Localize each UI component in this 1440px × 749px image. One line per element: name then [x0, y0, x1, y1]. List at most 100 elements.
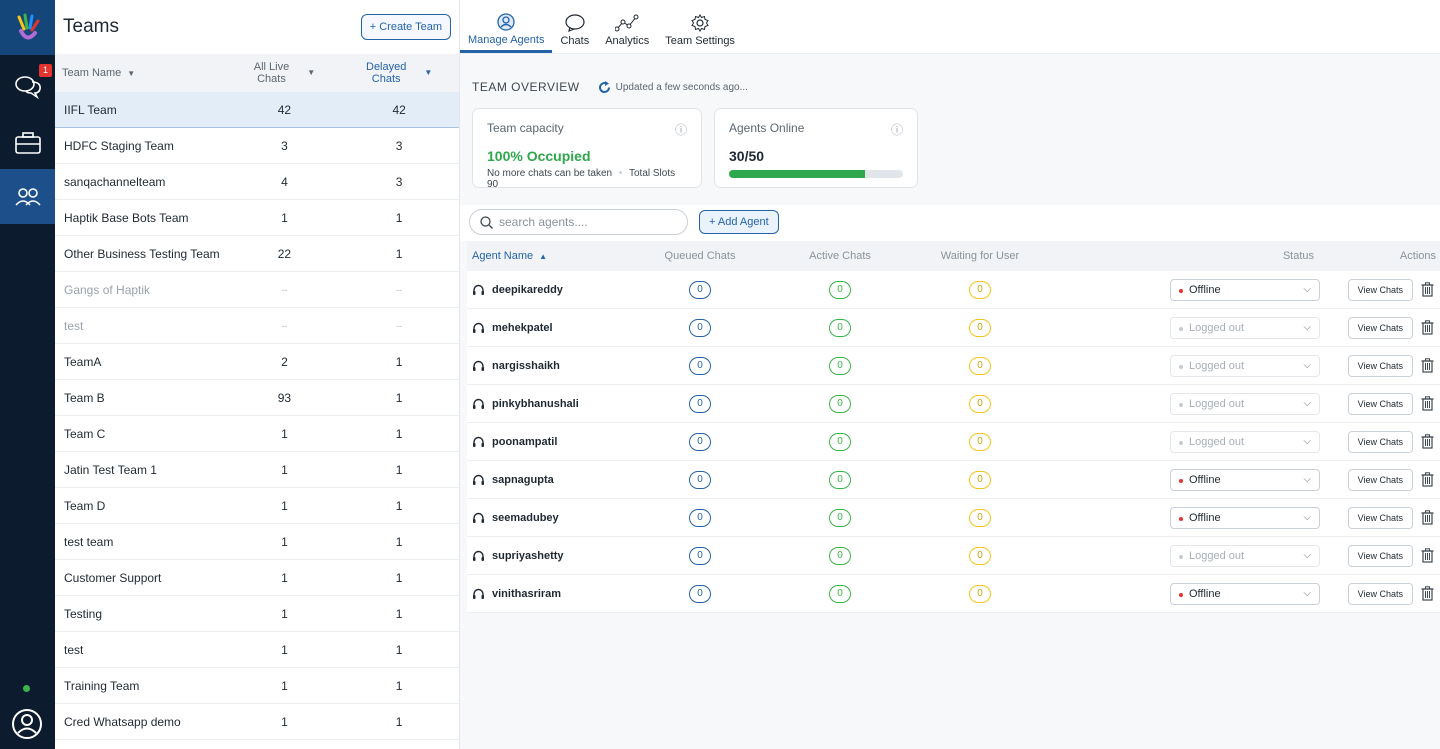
view-chats-button[interactable]: View Chats [1347, 582, 1413, 605]
status-dot [1179, 592, 1183, 597]
team-row[interactable]: test team 1 1 [55, 524, 459, 560]
view-chats-button[interactable]: View Chats [1347, 392, 1413, 415]
trash-icon[interactable] [1421, 434, 1434, 449]
teams-header: Teams + Create Team [55, 0, 459, 54]
trash-icon[interactable] [1421, 396, 1434, 411]
status-select[interactable]: Logged out ⌵ [1170, 316, 1320, 339]
team-row[interactable]: TeamA 2 1 [55, 344, 459, 380]
delayed-chats-count: 1 [395, 606, 403, 621]
team-row[interactable]: test -- -- [55, 308, 459, 344]
team-row[interactable]: HDFC Staging Team 3 3 [55, 128, 459, 164]
rail-teams-nav[interactable] [0, 169, 55, 224]
team-name: HDFC Staging Team [64, 138, 174, 153]
agent-name-cell: poonampatil [467, 436, 630, 448]
agent-row: poonampatil 0 0 0 Logged out ⌵ View Chats [467, 423, 1440, 461]
chevron-down-icon: ⌵ [1303, 360, 1311, 371]
agent-row: pinkybhanushali 0 0 0 Logged out ⌵ View Chats [467, 385, 1440, 423]
trash-icon[interactable] [1421, 472, 1434, 487]
delayed-chats-count: 1 [395, 210, 403, 225]
agent-name-column-header[interactable]: Agent Name ▲ [467, 250, 630, 262]
view-chats-button[interactable]: View Chats [1347, 430, 1413, 453]
info-icon[interactable]: ⓘ [891, 121, 903, 138]
agent-name-cell: pinkybhanushali [467, 398, 630, 410]
team-row[interactable]: Other Business Testing Team 22 1 [55, 236, 459, 272]
status-select[interactable]: Logged out ⌵ [1170, 354, 1320, 377]
info-icon[interactable]: ⓘ [675, 121, 687, 138]
trash-icon[interactable] [1421, 586, 1434, 601]
status-select[interactable]: Offline ⌵ [1170, 468, 1320, 491]
agent-name: deepikareddy [492, 283, 563, 296]
status-select[interactable]: Offline ⌵ [1170, 278, 1320, 301]
search-icon [480, 215, 493, 229]
team-row[interactable]: Team C 1 1 [55, 416, 459, 452]
team-row[interactable]: IIFL Team 42 42 [55, 92, 459, 128]
live-chats-count: 42 [277, 102, 292, 117]
team-name: Cred Whatsapp demo [64, 714, 181, 729]
headset-icon [473, 284, 484, 295]
status-dot [1179, 402, 1183, 407]
team-row[interactable]: Gangs of Haptik -- -- [55, 272, 459, 308]
hand-logo-icon[interactable] [0, 0, 55, 55]
team-row[interactable]: Cred Whatsapp demo 1 1 [55, 704, 459, 740]
agent-name-cell: vinithasriram [467, 588, 630, 600]
tab-manage-agents[interactable]: Manage Agents [460, 13, 553, 53]
live-chats-count: -- [281, 320, 288, 331]
tab-team-settings[interactable]: Team Settings [657, 14, 743, 53]
trash-icon[interactable] [1421, 320, 1434, 335]
rail-briefcase-nav[interactable] [0, 115, 55, 170]
active-chats-column-header: Active Chats [809, 250, 871, 262]
view-chats-button[interactable]: View Chats [1347, 468, 1413, 491]
chat-bubbles-icon [14, 75, 41, 99]
tab-analytics[interactable]: Analytics [597, 14, 657, 53]
rail-chats-nav[interactable]: 1 [0, 58, 55, 113]
team-row[interactable]: Jatin Test Team 1 1 1 [55, 452, 459, 488]
view-chats-button[interactable]: View Chats [1347, 506, 1413, 529]
team-row[interactable]: sanqachannelteam 4 3 [55, 164, 459, 200]
search-agents-input[interactable]: search agents.... [469, 209, 688, 235]
chevron-down-icon: ⌵ [1303, 436, 1311, 447]
team-row[interactable]: test 1 1 [55, 632, 459, 668]
waiting-chats-pill: 0 [969, 280, 991, 299]
all-live-chats-column-header[interactable]: All Live Chats ▼ [230, 61, 340, 85]
queued-chats-pill: 0 [689, 546, 711, 565]
queued-chats-pill: 0 [689, 584, 711, 603]
view-chats-button[interactable]: View Chats [1347, 544, 1413, 567]
view-chats-button[interactable]: View Chats [1347, 354, 1413, 377]
delayed-chats-column-header[interactable]: Delayed Chats ▼ [339, 61, 459, 85]
trash-icon[interactable] [1421, 548, 1434, 563]
main-panel: Manage Agents Chats Analytics Team Setti… [460, 0, 1440, 749]
trash-icon[interactable] [1421, 282, 1434, 297]
waiting-chats-pill: 0 [969, 394, 991, 413]
status-select[interactable]: Offline ⌵ [1170, 582, 1320, 605]
tab-chats[interactable]: Chats [552, 14, 597, 53]
agent-name: nargisshaikh [492, 359, 560, 372]
team-name: Training Team [64, 678, 140, 693]
trash-icon[interactable] [1421, 510, 1434, 525]
delayed-chats-count: 3 [395, 138, 403, 153]
view-chats-button[interactable]: View Chats [1347, 316, 1413, 339]
status-select[interactable]: Logged out ⌵ [1170, 544, 1320, 567]
teams-list: IIFL Team 42 42 HDFC Staging Team 3 3 sanqacha… [55, 92, 459, 740]
trash-icon[interactable] [1421, 358, 1434, 373]
teams-title: Teams [63, 16, 119, 37]
status-select[interactable]: Offline ⌵ [1170, 506, 1320, 529]
team-row[interactable]: Testing 1 1 [55, 596, 459, 632]
team-row[interactable]: Team B 93 1 [55, 380, 459, 416]
view-chats-button[interactable]: View Chats [1347, 278, 1413, 301]
status-value: Logged out [1189, 321, 1245, 334]
team-row[interactable]: Haptik Base Bots Team 1 1 [55, 200, 459, 236]
create-team-button[interactable]: + Create Team [360, 14, 451, 40]
team-name-column-header[interactable]: Team Name ▼ [55, 67, 230, 79]
live-chats-count: 3 [281, 138, 288, 153]
team-row[interactable]: Team D 1 1 [55, 488, 459, 524]
status-dot [1179, 554, 1183, 559]
team-overview-header: TEAM OVERVIEW Updated a few seconds ago.… [472, 80, 748, 94]
status-select[interactable]: Logged out ⌵ [1170, 392, 1320, 415]
add-agent-button[interactable]: + Add Agent [699, 210, 779, 234]
user-avatar-icon[interactable] [11, 708, 43, 745]
live-chats-count: 1 [281, 678, 288, 693]
refresh-icon[interactable] [598, 80, 611, 94]
team-row[interactable]: Customer Support 1 1 [55, 560, 459, 596]
status-select[interactable]: Logged out ⌵ [1170, 430, 1320, 453]
team-row[interactable]: Training Team 1 1 [55, 668, 459, 704]
